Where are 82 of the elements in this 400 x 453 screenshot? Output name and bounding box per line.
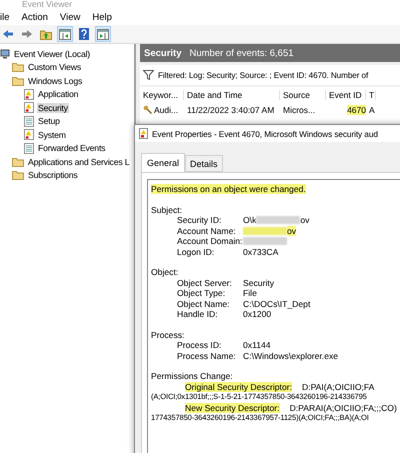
field-value: ov [287, 226, 296, 236]
computer-icon [0, 48, 10, 59]
column-header[interactable]: T [366, 90, 376, 100]
tree-item[interactable]: Setup [37, 116, 61, 126]
console-tree-icon [59, 28, 71, 40]
tree-item[interactable]: Custom Views [27, 62, 82, 72]
field-label: Original Security Descriptor: [185, 382, 292, 392]
field-label: Logon ID: [177, 246, 216, 257]
log-title: Security [144, 48, 182, 58]
tree-item[interactable]: Security [37, 102, 69, 113]
field-value: O\k [243, 215, 256, 226]
folder-icon [12, 62, 24, 72]
section-heading: Process: [151, 330, 186, 340]
column-header[interactable]: Date and Time [184, 90, 280, 100]
table-cell: Micros... [283, 104, 316, 114]
menu-item[interactable]: View [60, 12, 80, 22]
forward-arrow-icon [21, 29, 33, 39]
field-label: Object Server: [177, 278, 233, 288]
log-warning-icon [24, 129, 34, 140]
summary-text: Permissions on an object were changed. [151, 184, 306, 194]
tab[interactable]: Details [185, 155, 223, 172]
event-log-icon [139, 128, 148, 139]
log-icon [24, 116, 34, 127]
action-pane-icon [97, 28, 109, 40]
section-heading: Object: [151, 267, 180, 278]
folder-icon [12, 76, 24, 86]
folder-up-icon [40, 28, 52, 40]
dialog-title: Event Properties - Event 4670, Microsoft Windows security aud [152, 128, 378, 138]
help-icon [79, 28, 89, 40]
section-heading: Subject: [151, 204, 184, 215]
field-value: C:\Windows\explorer.exe [243, 350, 338, 361]
table-cell: 11/22/2022 3:40:07 AM [187, 104, 274, 114]
menu-item[interactable]: Action [22, 12, 48, 22]
field-value: 0x733CA [243, 246, 278, 257]
menu-item[interactable]: ile [0, 12, 10, 22]
column-header[interactable]: Keywor... [140, 90, 184, 100]
tree-item[interactable]: System [37, 130, 67, 140]
field-label: Account Domain: [177, 236, 243, 246]
table-cell: 4670 [347, 104, 366, 114]
event-count: Number of events: 6,651 [190, 48, 294, 58]
tree-item[interactable]: Applications and Services L [27, 156, 130, 167]
toolbar-button[interactable] [95, 26, 111, 42]
field-value: ov [300, 215, 310, 226]
column-header[interactable]: Event ID [326, 90, 366, 100]
column-header[interactable]: Source [280, 90, 326, 100]
field-value: File [243, 288, 257, 298]
toolbar-button[interactable] [57, 26, 73, 42]
filter-text: Filtered: Log: Security; Source: ; Event ID: 4670. Number of [158, 70, 368, 80]
field-label: Handle ID: [177, 309, 219, 320]
field-value: D:PAI(A;OICIIO;FA [302, 382, 374, 392]
field-value: C:\DOCs\IT_Dept [243, 298, 310, 309]
field-label: Object Name: [177, 298, 231, 309]
folder-icon [12, 170, 24, 180]
field-label: Account Name: [177, 226, 237, 236]
toolbar-button[interactable] [76, 26, 92, 42]
tree-item[interactable]: Windows Logs [27, 76, 84, 86]
field-label: Object Type: [177, 288, 226, 298]
log-warning-icon [24, 88, 34, 100]
tree-item[interactable]: Event Viewer (Local) [13, 48, 91, 59]
field-label: New Security Descriptor: [185, 402, 280, 413]
folder-icon [12, 156, 24, 167]
field-label: Process ID: [177, 340, 222, 350]
field-label: Security ID: [177, 215, 222, 226]
section-heading: Permissions Change: [151, 371, 234, 382]
menu-item[interactable]: Help [92, 12, 112, 22]
tree-item[interactable]: Application [37, 89, 80, 100]
tree-item[interactable]: Subscriptions [27, 170, 79, 180]
back-arrow-icon [2, 29, 14, 39]
window-title: Event Viewer [0, 0, 400, 9]
field-label: Process Name: [177, 350, 237, 361]
field-value: 0x1144 [243, 340, 271, 350]
tree-item[interactable]: Forwarded Events [37, 143, 106, 154]
key-icon [143, 105, 153, 114]
table-cell: Audi... [154, 104, 178, 114]
filter-icon [143, 70, 154, 80]
tab[interactable]: General [141, 153, 186, 172]
log-icon [24, 142, 34, 154]
field-value: 0x1200 [243, 309, 272, 320]
table-cell: A [369, 104, 375, 114]
field-value: D:PARAI(A;OICIIO;FA;;;CO) [290, 402, 397, 413]
field-value: Security [243, 278, 274, 288]
log-warning-icon [24, 102, 34, 114]
